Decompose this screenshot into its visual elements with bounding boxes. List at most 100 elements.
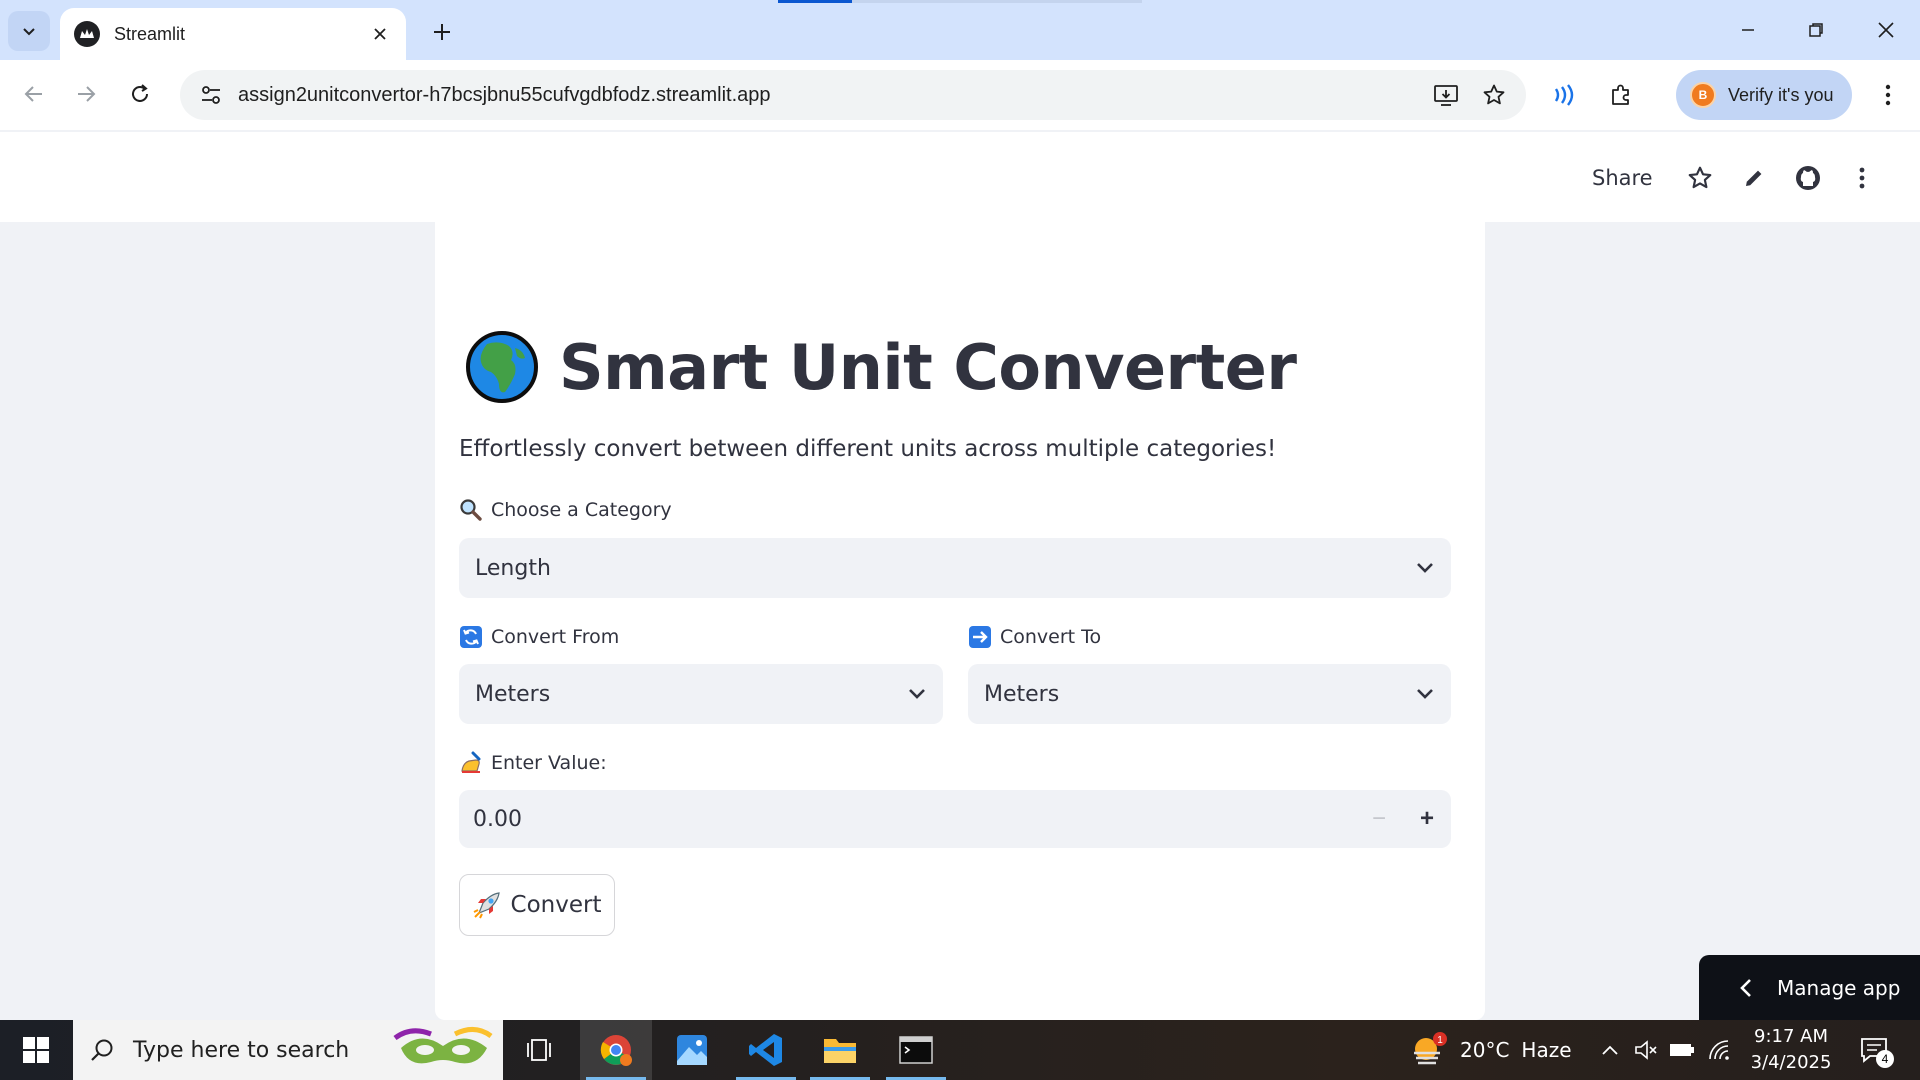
refresh-arrows-icon bbox=[459, 625, 483, 649]
globe-icon bbox=[466, 331, 538, 403]
back-icon bbox=[24, 86, 42, 102]
forward-icon bbox=[78, 86, 96, 102]
taskbar-photos[interactable] bbox=[656, 1020, 728, 1080]
chrome-icon bbox=[600, 1035, 632, 1066]
tab-title: Streamlit bbox=[114, 23, 186, 44]
taskbar: Type here to search 1 20°C Haze 9:17 AM … bbox=[0, 1020, 1920, 1080]
restore-icon bbox=[1809, 23, 1823, 37]
browser-tab[interactable]: Streamlit bbox=[60, 8, 406, 60]
category-label-text: Choose a Category bbox=[491, 499, 672, 521]
minimize-button[interactable] bbox=[1720, 8, 1776, 52]
volume-icon[interactable] bbox=[1632, 1036, 1660, 1064]
folder-icon bbox=[824, 1039, 856, 1063]
page-title: Smart Unit Converter bbox=[559, 330, 1297, 404]
right-arrow-icon bbox=[968, 625, 992, 649]
github-icon[interactable] bbox=[1790, 160, 1826, 196]
category-select[interactable]: Length bbox=[459, 538, 1451, 598]
taskbar-search-placeholder: Type here to search bbox=[133, 1037, 350, 1063]
minimize-icon bbox=[1742, 29, 1754, 31]
page-subtitle: Effortlessly convert between different u… bbox=[459, 436, 1277, 462]
address-bar[interactable]: assign2unitconvertor-h7bcsjbnu55cufvgdbf… bbox=[180, 70, 1526, 120]
rocket-icon bbox=[473, 892, 500, 919]
convert-from-value: Meters bbox=[475, 681, 551, 707]
kebab-icon bbox=[1885, 84, 1891, 106]
convert-to-value: Meters bbox=[984, 681, 1060, 707]
chevron-up-icon[interactable] bbox=[1596, 1036, 1624, 1064]
weather-icon: 1 bbox=[1414, 1032, 1447, 1065]
kebab-icon[interactable] bbox=[1844, 160, 1880, 196]
tab-search-button[interactable] bbox=[8, 11, 50, 51]
browser-tab-bar: Streamlit bbox=[0, 0, 1920, 60]
convert-to-select[interactable]: Meters bbox=[968, 664, 1451, 724]
task-view-icon bbox=[527, 1039, 551, 1061]
weather-widget[interactable]: 1 20°C Haze bbox=[1410, 1020, 1572, 1080]
extension-icon[interactable] bbox=[1544, 74, 1586, 116]
pencil-icon[interactable] bbox=[1736, 160, 1772, 196]
star-icon[interactable] bbox=[1470, 71, 1518, 119]
weather-description: Haze bbox=[1521, 1038, 1572, 1062]
chevron-down-icon bbox=[1399, 538, 1451, 598]
profile-button[interactable]: B Verify it's you bbox=[1676, 70, 1852, 120]
terminal-icon bbox=[899, 1036, 933, 1064]
title-row: Smart Unit Converter bbox=[465, 330, 1297, 404]
back-button[interactable] bbox=[14, 74, 54, 114]
browser-menu-button[interactable] bbox=[1870, 74, 1906, 116]
convert-from-label: Convert From bbox=[459, 625, 619, 649]
convert-to-label-text: Convert To bbox=[1000, 626, 1102, 648]
close-window-button[interactable] bbox=[1858, 8, 1914, 52]
decrement-button[interactable]: − bbox=[1355, 790, 1403, 848]
chevron-down-icon bbox=[23, 28, 35, 36]
convert-from-select[interactable]: Meters bbox=[459, 664, 943, 724]
value-label-text: Enter Value: bbox=[491, 752, 607, 774]
convert-button-label: Convert bbox=[510, 892, 602, 918]
manage-app-button[interactable]: Manage app bbox=[1699, 955, 1920, 1020]
taskbar-chrome[interactable] bbox=[580, 1020, 652, 1080]
star-icon[interactable] bbox=[1682, 160, 1718, 196]
task-view-button[interactable] bbox=[504, 1020, 576, 1080]
search-icon bbox=[91, 1039, 113, 1061]
streamlit-icon bbox=[74, 21, 100, 47]
weather-temperature: 20°C bbox=[1460, 1038, 1510, 1062]
weather-badge: 1 bbox=[1437, 1035, 1443, 1046]
battery-icon[interactable] bbox=[1668, 1036, 1696, 1064]
share-button[interactable]: Share bbox=[1592, 166, 1653, 190]
tune-icon[interactable] bbox=[186, 70, 236, 120]
install-icon[interactable] bbox=[1422, 71, 1470, 119]
taskbar-terminal[interactable] bbox=[880, 1020, 952, 1080]
writing-hand-icon bbox=[459, 751, 483, 775]
start-button[interactable] bbox=[0, 1020, 72, 1080]
clock-time: 9:17 AM bbox=[1754, 1026, 1828, 1047]
carnival-mask-icon bbox=[393, 1027, 493, 1064]
reload-icon bbox=[132, 84, 148, 102]
reload-button[interactable] bbox=[120, 74, 160, 114]
tab-loading-indicator bbox=[778, 0, 852, 3]
chevron-left-icon bbox=[1740, 978, 1751, 997]
taskbar-search[interactable]: Type here to search bbox=[73, 1020, 503, 1080]
forward-button[interactable] bbox=[66, 74, 106, 114]
photos-icon bbox=[677, 1035, 707, 1065]
chevron-down-icon bbox=[1399, 664, 1451, 724]
value-field[interactable]: 0.00 bbox=[473, 807, 1355, 832]
increment-button[interactable]: + bbox=[1403, 790, 1451, 848]
avatar: B bbox=[1690, 82, 1716, 108]
convert-button[interactable]: Convert bbox=[459, 874, 615, 936]
streamlit-header: Share bbox=[0, 132, 1920, 222]
convert-to-label: Convert To bbox=[968, 625, 1101, 649]
close-icon bbox=[1878, 22, 1894, 38]
taskbar-vscode[interactable] bbox=[730, 1020, 802, 1080]
puzzle-icon[interactable] bbox=[1600, 74, 1642, 116]
action-center-button[interactable]: 4 bbox=[1854, 1032, 1894, 1068]
restore-button[interactable] bbox=[1788, 8, 1844, 52]
tab-loading-track bbox=[852, 0, 1142, 3]
wifi-icon[interactable] bbox=[1706, 1036, 1734, 1064]
magnifier-icon bbox=[459, 498, 483, 522]
main-block: Smart Unit Converter Effortlessly conver… bbox=[435, 222, 1485, 1020]
manage-app-label: Manage app bbox=[1777, 975, 1901, 1000]
close-icon[interactable] bbox=[368, 22, 392, 46]
value-number-input[interactable]: 0.00 − + bbox=[459, 790, 1451, 848]
profile-label: Verify it's you bbox=[1728, 84, 1834, 105]
taskbar-file-explorer[interactable] bbox=[804, 1020, 876, 1080]
system-clock[interactable]: 9:17 AM 3/4/2025 bbox=[1746, 1024, 1836, 1076]
url-text[interactable]: assign2unitconvertor-h7bcsjbnu55cufvgdbf… bbox=[238, 84, 1422, 107]
new-tab-button[interactable] bbox=[424, 14, 460, 50]
